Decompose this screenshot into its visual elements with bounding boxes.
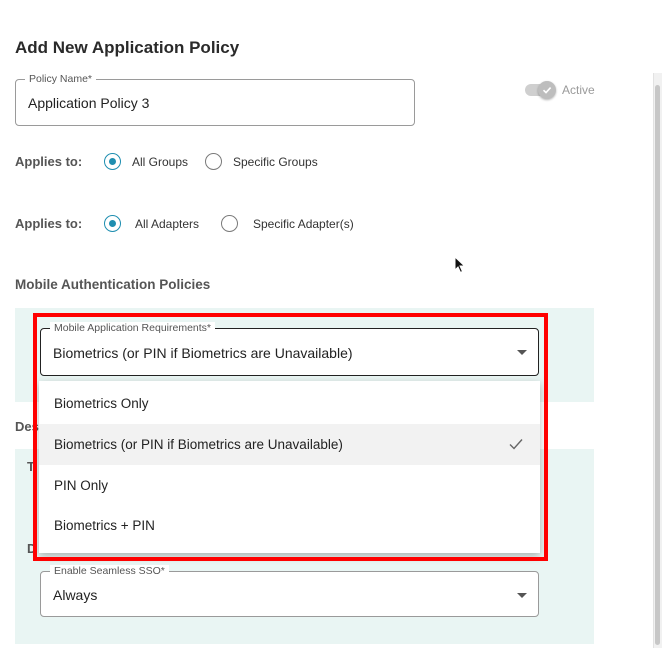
policy-name-value: Application Policy 3 [28, 95, 150, 111]
radio-specific-groups[interactable] [205, 153, 222, 170]
active-toggle[interactable] [538, 81, 556, 99]
check-icon [542, 87, 552, 94]
chevron-down-icon [517, 593, 527, 598]
highlight-box [33, 313, 548, 561]
policy-name-label: Policy Name* [25, 73, 97, 85]
radio-specific-adapters-label[interactable]: Specific Adapter(s) [253, 217, 354, 231]
radio-specific-groups-label[interactable]: Specific Groups [233, 155, 318, 169]
scrollbar-thumb[interactable] [655, 85, 660, 645]
seamless-sso-label: Enable Seamless SSO* [50, 565, 169, 577]
mouse-cursor-icon [454, 256, 466, 274]
page-title: Add New Application Policy [15, 38, 240, 57]
seamless-sso-value: Always [53, 587, 98, 603]
active-toggle-label: Active [562, 83, 595, 97]
seamless-sso-select[interactable]: Enable Seamless SSO* Always [40, 565, 539, 617]
radio-all-groups-label[interactable]: All Groups [132, 155, 188, 169]
policy-name-field[interactable]: Policy Name* Application Policy 3 [15, 73, 415, 126]
groups-applies-label: Applies to: [15, 154, 83, 169]
radio-all-groups[interactable] [104, 153, 121, 170]
mobile-auth-title: Mobile Authentication Policies [15, 277, 211, 292]
adapters-applies-label: Applies to: [15, 216, 83, 231]
radio-all-adapters[interactable] [104, 215, 121, 232]
radio-all-adapters-label[interactable]: All Adapters [135, 217, 199, 231]
radio-specific-adapters[interactable] [221, 215, 238, 232]
